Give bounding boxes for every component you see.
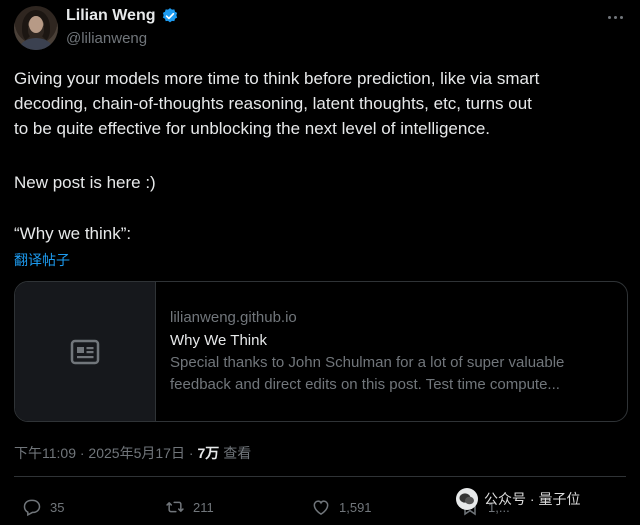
tweet-text-line: decoding, chain-of-thoughts reasoning, l…	[14, 94, 532, 113]
more-options-icon[interactable]	[604, 8, 626, 26]
author-handle[interactable]: @lilianweng	[66, 30, 147, 47]
reply-count: 35	[50, 499, 65, 515]
link-preview-card[interactable]: lilianweng.github.io Why We Think Specia…	[14, 281, 628, 422]
verified-badge-icon	[163, 8, 178, 23]
tweet-paragraph-why-we-think: “Why we think”:	[14, 224, 132, 243]
link-card-title: Why We Think	[170, 332, 267, 349]
like-button[interactable]: 1,591	[311, 497, 372, 517]
views-count: 7万	[197, 445, 220, 461]
article-icon	[70, 339, 100, 364]
link-card-domain: lilianweng.github.io	[170, 309, 297, 326]
link-card-description: feedback and direct edits on this post. …	[170, 376, 560, 393]
avatar[interactable]	[14, 6, 58, 50]
author-name[interactable]: Lilian Weng	[66, 7, 155, 25]
author-name-row: Lilian Weng	[66, 7, 179, 25]
tweet-text-line: to be quite effective for unblocking the…	[14, 119, 490, 138]
watermark-text: 公众号 · 量子位	[484, 491, 581, 507]
reply-button[interactable]: 35	[22, 497, 64, 517]
repost-count: 211	[193, 499, 214, 515]
tweet-text-line: Giving your models more time to think be…	[14, 69, 540, 88]
translate-post-link[interactable]: 翻译帖子	[14, 250, 70, 270]
views-label: 查看	[223, 445, 252, 461]
tweet-header: Lilian Weng @lilianweng	[14, 6, 626, 50]
link-card-text: lilianweng.github.io Why We Think Specia…	[170, 308, 615, 396]
divider	[14, 476, 626, 477]
tweet-metadata: 下午11:09 · 2025年5月17日 · 7万 查看	[14, 443, 251, 463]
link-card-description: Special thanks to John Schulman for a lo…	[170, 354, 565, 371]
like-count: 1,591	[339, 499, 372, 515]
repost-icon	[166, 501, 184, 513]
watermark: 公众号 · 量子位	[456, 488, 580, 510]
tweet-paragraph-new-post: New post is here :)	[14, 173, 156, 192]
tweet-text: Giving your models more time to think be…	[14, 66, 626, 141]
link-card-thumbnail	[15, 282, 156, 421]
reply-icon	[23, 499, 41, 517]
repost-button[interactable]: 211	[165, 497, 214, 517]
heart-icon	[313, 500, 329, 515]
timestamp[interactable]: 下午11:09 · 2025年5月17日 ·	[14, 443, 194, 463]
wechat-icon	[456, 488, 478, 510]
